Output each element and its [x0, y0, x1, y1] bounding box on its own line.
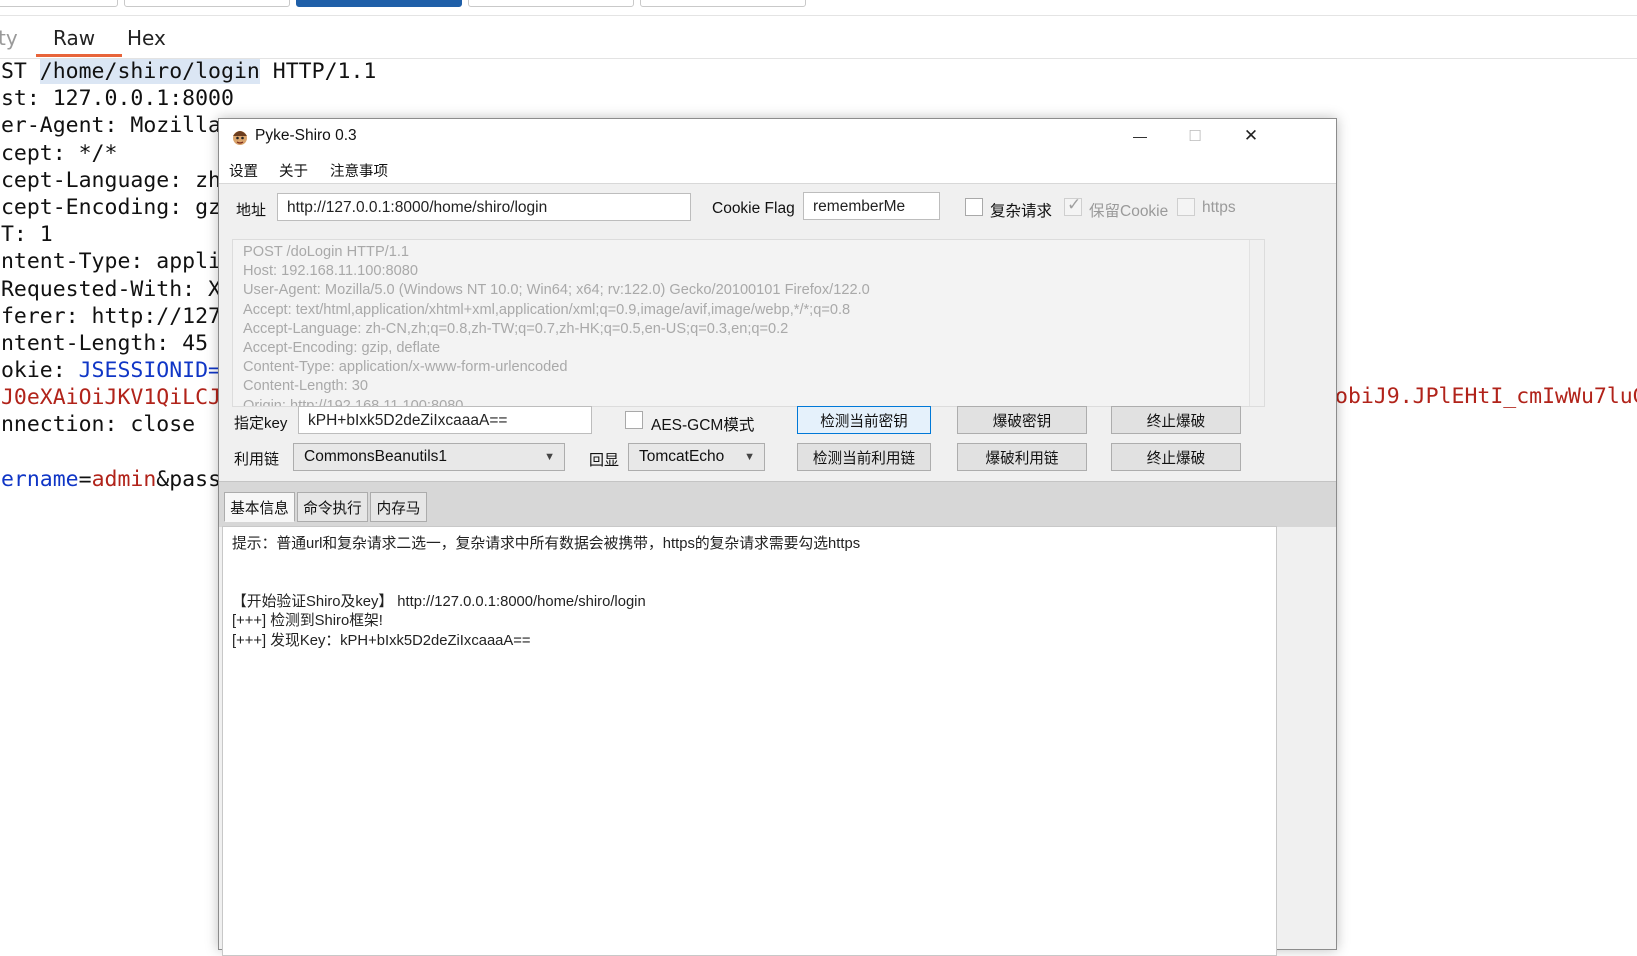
request-token: ontent-Type: appli	[0, 249, 221, 275]
request-token: HTTP/1.1	[259, 59, 377, 84]
request-token: ost: 127.0.0.1:8000	[0, 86, 234, 112]
echo-select[interactable]: TomcatEcho ▼	[628, 443, 765, 471]
request-token: ontent-Length: 45	[0, 330, 209, 356]
top-tab-button[interactable]	[640, 0, 806, 7]
app-icon	[233, 131, 247, 145]
output-line: 【开始验证Shiro及key】 http://127.0.0.1:8000/ho…	[232, 593, 646, 610]
chain-label: 利用链	[234, 451, 280, 468]
editor-tabs: ty Raw Hex	[0, 18, 1637, 59]
url-label: 地址	[236, 202, 267, 219]
output-line: [+++] 发现Key：kPH+bIxk5D2deZiIxcaaaA==	[232, 632, 531, 649]
close-icon: ✕	[1243, 126, 1259, 145]
minimize-button[interactable]: —	[1111, 119, 1169, 153]
complex-request-checkbox[interactable]	[965, 198, 983, 216]
top-tab-button[interactable]	[468, 0, 634, 7]
request-placeholder-line: Accept-Language: zh-CN,zh;q=0.8,zh-TW;q=…	[243, 320, 789, 337]
request-token: ccept-Language: zh	[0, 167, 221, 193]
stop-brute-chain-button[interactable]: 终止爆破	[1111, 443, 1241, 471]
chevron-down-icon: ▼	[744, 451, 755, 463]
maximize-icon: ☐	[1188, 128, 1202, 145]
request-placeholder-line: POST /doLogin HTTP/1.1	[243, 244, 410, 260]
cookie-flag-input[interactable]: rememberMe	[803, 192, 940, 220]
request-token: onnection: close	[0, 412, 196, 438]
close-button[interactable]: ✕	[1222, 119, 1280, 153]
minimize-icon: —	[1133, 128, 1147, 144]
tab-memshell[interactable]: 内存马	[370, 492, 427, 522]
pyke-shiro-window: Pyke-Shiro 0.3 — ☐ ✕ 设置 关于 注意事项 地址 http:…	[218, 118, 1337, 956]
output-line: 提示：普通url和复杂请求二选一，复杂请求中所有数据会被携带，https的复杂请…	[232, 536, 861, 552]
chain-select[interactable]: CommonsBeanutils1 ▼	[293, 443, 565, 471]
window-title: Pyke-Shiro 0.3	[255, 127, 357, 144]
request-token: OST	[0, 59, 27, 84]
request-token: NT: 1	[0, 222, 53, 248]
request-token: ookie:	[0, 358, 66, 384]
request-token: JSESSIONID=	[78, 358, 221, 384]
function-tabs: 基本信息 命令执行 内存马	[219, 481, 1336, 527]
aes-gcm-checkbox[interactable]	[625, 411, 643, 429]
request-token: vJ0eXAiOiJKV1QiLCJ	[0, 385, 221, 411]
request-token: admin	[91, 466, 157, 492]
tab-command-exec[interactable]: 命令执行	[297, 492, 368, 522]
echo-select-value: TomcatEcho	[639, 448, 725, 465]
cookie-token-overflow: obiJ9.JPlEHtI_cmIwWu7luG	[1335, 384, 1637, 409]
brute-key-button[interactable]: 爆破密钥	[957, 406, 1087, 434]
tab-raw[interactable]: Raw	[53, 26, 95, 50]
request-placeholder-line: Content-Length: 30	[243, 378, 368, 395]
request-placeholder-line: Host: 192.168.11.100:8080	[243, 263, 418, 280]
title-bar: Pyke-Shiro 0.3 — ☐ ✕	[219, 119, 1336, 153]
active-tab-indicator	[36, 54, 122, 57]
request-token: =	[78, 466, 92, 492]
top-tab-button[interactable]	[0, 0, 118, 7]
url-input[interactable]: http://127.0.0.1:8000/home/shiro/login	[277, 193, 691, 221]
request-placeholder-line: Accept: text/html,application/xhtml+xml,…	[243, 301, 851, 318]
keep-cookie-checkbox[interactable]: ✓	[1064, 195, 1082, 216]
request-token: ccept: */*	[0, 140, 118, 166]
request-placeholder-line: Content-Type: application/x-www-form-url…	[243, 359, 568, 376]
complex-request-label: 复杂请求	[990, 203, 1053, 220]
brute-chain-button[interactable]: 爆破利用链	[957, 443, 1087, 471]
request-token: ser-Agent: Mozilla	[0, 113, 221, 139]
maximize-button[interactable]: ☐	[1166, 119, 1224, 153]
cookie-flag-label: Cookie Flag	[712, 200, 795, 217]
request-token: sername	[0, 466, 79, 492]
detect-chain-button[interactable]: 检测当前利用链	[797, 443, 931, 471]
scrollbar[interactable]	[1249, 240, 1264, 406]
stop-brute-key-button[interactable]: 终止爆破	[1111, 406, 1241, 434]
tab-pretty[interactable]: ty	[0, 26, 18, 50]
request-line: OST /home/shiro/login HTTP/1.1	[0, 58, 376, 85]
https-checkbox[interactable]	[1177, 198, 1195, 216]
request-placeholder-line: Accept-Encoding: gzip, deflate	[243, 340, 441, 356]
menu-about[interactable]: 关于	[279, 160, 308, 181]
echo-label: 回显	[589, 452, 620, 469]
https-label: https	[1202, 199, 1236, 216]
checkmark-icon: ✓	[1067, 195, 1082, 214]
top-tab-button-active[interactable]	[296, 0, 462, 7]
divider	[0, 15, 1637, 16]
aes-gcm-label: AES-GCM模式	[651, 417, 755, 434]
menu-notes[interactable]: 注意事项	[330, 160, 388, 181]
request-token: ccept-Encoding: gz	[0, 194, 221, 220]
output-log[interactable]: 提示：普通url和复杂请求二选一，复杂请求中所有数据会被携带，https的复杂请…	[222, 526, 1277, 956]
complex-request-textarea[interactable]: POST /doLogin HTTP/1.1 Host: 192.168.11.1…	[232, 239, 1265, 407]
chain-select-value: CommonsBeanutils1	[304, 448, 448, 465]
top-tab-button[interactable]	[124, 0, 290, 7]
menu-settings[interactable]: 设置	[229, 160, 258, 181]
key-input[interactable]: kPH+bIxk5D2deZiIxcaaaA==	[298, 406, 592, 434]
request-token: &pass	[156, 466, 222, 492]
tab-basic-info[interactable]: 基本信息	[224, 492, 295, 522]
chevron-down-icon: ▼	[544, 451, 555, 463]
request-line: ost: 127.0.0.1:8000	[0, 85, 376, 112]
detect-key-button[interactable]: 检测当前密钥	[797, 406, 931, 434]
menu-bar: 设置 关于 注意事项	[219, 153, 1336, 184]
keep-cookie-label: 保留Cookie	[1089, 203, 1169, 220]
request-placeholder-line: User-Agent: Mozilla/5.0 (Windows NT 10.0…	[243, 282, 870, 299]
request-token: eferer: http://127	[0, 303, 221, 329]
request-token: /home/shiro/login	[39, 59, 260, 84]
request-token: -Requested-With: X	[0, 276, 221, 302]
key-label: 指定key	[234, 415, 288, 432]
output-line: [+++] 检测到Shiro框架!	[232, 613, 383, 630]
top-button-row	[0, 0, 1637, 7]
tab-hex[interactable]: Hex	[127, 26, 166, 50]
